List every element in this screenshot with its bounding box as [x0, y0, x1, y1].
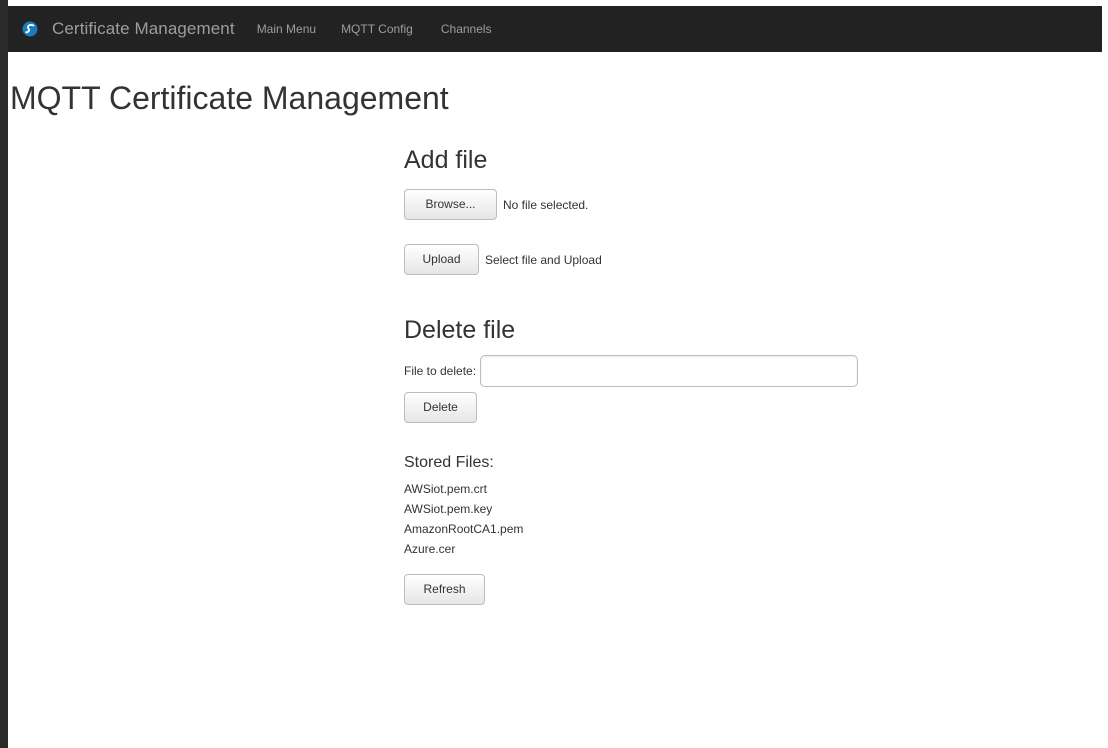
upload-row: Upload Select file and Upload — [404, 244, 904, 275]
page: Certificate Management Main Menu MQTT Co… — [0, 0, 1108, 748]
delete-button-row: Delete — [404, 392, 904, 423]
browse-button[interactable]: Browse... — [404, 189, 497, 220]
delete-file-heading: Delete file — [404, 316, 516, 344]
upload-hint: Select file and Upload — [485, 252, 602, 267]
stored-files-list: AWSiot.pem.crt AWSiot.pem.key AmazonRoot… — [404, 479, 904, 559]
brand-link[interactable]: Certificate Management — [22, 19, 235, 39]
window-edge — [0, 0, 8, 748]
file-picker-row: Browse... No file selected. — [404, 189, 904, 220]
nav-item-channels[interactable]: Channels — [441, 22, 492, 36]
file-status: No file selected. — [503, 197, 589, 212]
brand-title: Certificate Management — [52, 19, 235, 38]
stored-files-heading: Stored Files: — [404, 454, 494, 471]
add-file-heading: Add file — [404, 146, 488, 174]
list-item: AmazonRootCA1.pem — [404, 522, 524, 536]
main-content: Add file Browse... No file selected. Upl… — [404, 146, 904, 605]
file-to-delete-label: File to delete: — [404, 364, 477, 378]
refresh-button[interactable]: Refresh — [404, 574, 485, 605]
nav-item-mqtt-config[interactable]: MQTT Config — [341, 22, 413, 36]
list-item: AWSiot.pem.crt — [404, 482, 487, 496]
nav-item-main-menu[interactable]: Main Menu — [257, 22, 316, 36]
delete-button[interactable]: Delete — [404, 392, 477, 423]
file-to-delete-input[interactable] — [480, 355, 859, 387]
upload-button[interactable]: Upload — [404, 244, 479, 275]
refresh-row: Refresh — [404, 574, 904, 605]
list-item: AWSiot.pem.key — [404, 502, 493, 516]
delete-field-row: File to delete: — [404, 355, 904, 387]
logo-icon — [22, 21, 38, 37]
list-item: Azure.cer — [404, 542, 456, 556]
page-title: MQTT Certificate Management — [10, 80, 449, 116]
navbar: Certificate Management Main Menu MQTT Co… — [8, 6, 1102, 52]
